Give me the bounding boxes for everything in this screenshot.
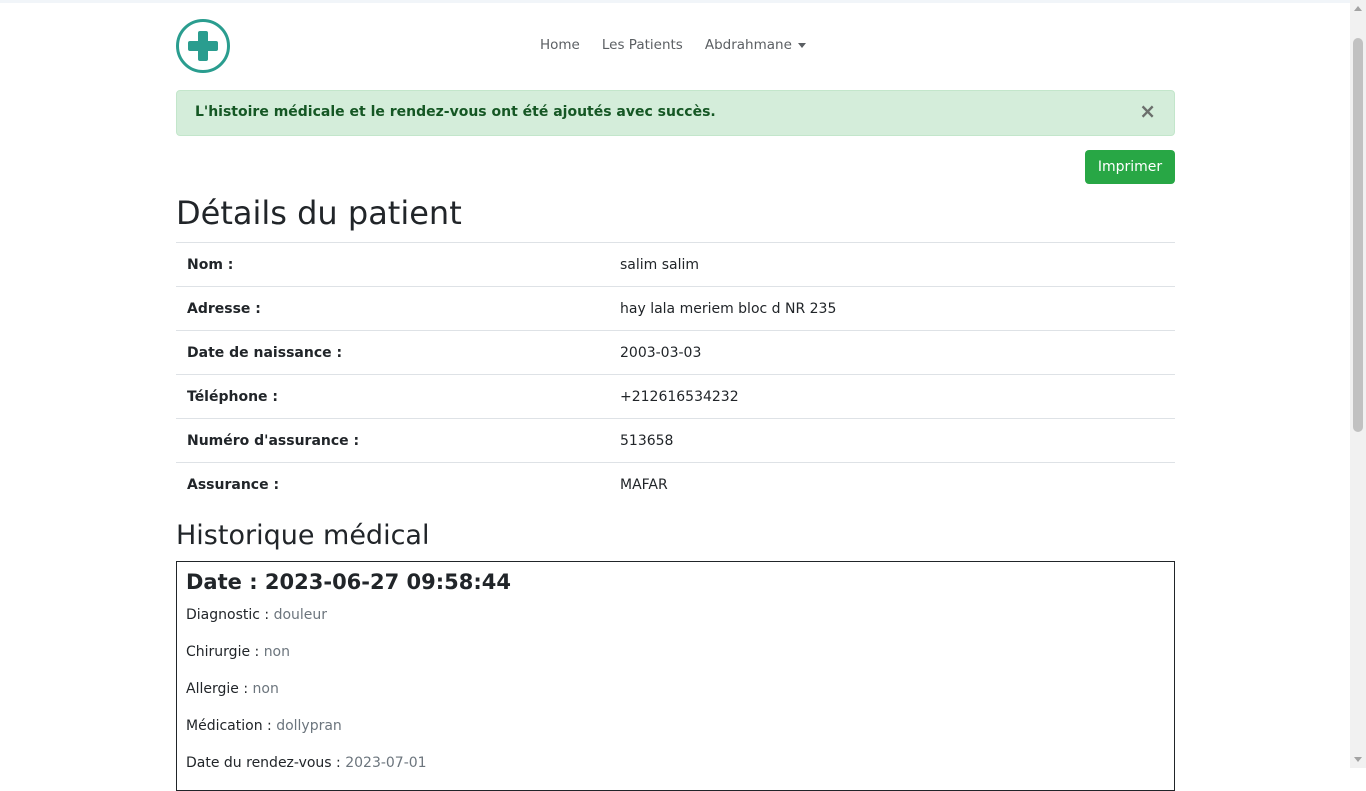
medical-cross-logo-icon[interactable] [176,19,230,73]
caret-down-icon [797,42,806,48]
navbar: Home Les Patients Abdrahmane [176,0,1175,90]
detail-value: MAFAR [620,476,668,493]
alert-message: L'histoire médicale et le rendez-vous on… [195,104,716,120]
scroll-up-icon[interactable] [1354,6,1362,11]
history-label: Allergie : [186,681,249,697]
patient-details-table: Nom : salim salim Adresse : hay lala mer… [176,242,1175,507]
history-value: 2023-07-01 [345,755,427,771]
history-card: Date : 2023-06-27 09:58:44 Diagnostic : … [176,561,1175,791]
detail-value: hay lala meriem bloc d NR 235 [620,300,837,317]
nav-patients-link[interactable]: Les Patients [602,37,683,53]
detail-value: +212616534232 [620,388,739,405]
page-container: Home Les Patients Abdrahmane L'histoire … [176,0,1175,791]
detail-value: 513658 [620,432,674,449]
history-value: dollypran [276,718,342,734]
nav-user-dropdown[interactable]: Abdrahmane [705,37,806,53]
history-value: non [263,644,290,660]
detail-label: Date de naissance : [187,344,343,361]
table-row: Adresse : hay lala meriem bloc d NR 235 [176,286,1175,331]
detail-label: Téléphone : [187,388,279,405]
history-row: Chirurgie : non [186,644,290,660]
close-icon[interactable]: × [1139,101,1156,121]
print-button[interactable]: Imprimer [1085,150,1175,184]
detail-value: 2003-03-03 [620,344,702,361]
scroll-down-icon[interactable] [1354,757,1362,762]
table-row: Date de naissance : 2003-03-03 [176,330,1175,375]
history-value: non [252,681,279,697]
history-row: Date du rendez-vous : 2023-07-01 [186,755,427,771]
history-row: Allergie : non [186,681,279,697]
history-row: Médication : dollypran [186,718,342,734]
table-row: Téléphone : +212616534232 [176,374,1175,419]
detail-label: Assurance : [187,476,280,493]
table-row: Assurance : MAFAR [176,462,1175,507]
table-row: Numéro d'assurance : 513658 [176,418,1175,463]
nav-links: Home Les Patients Abdrahmane [540,37,806,53]
history-title: Historique médical [176,520,430,551]
history-label: Date du rendez-vous : [186,755,341,771]
success-alert: L'histoire médicale et le rendez-vous on… [176,90,1175,136]
detail-value: salim salim [620,256,700,273]
history-label: Médication : [186,718,272,734]
scroll-thumb[interactable] [1353,38,1363,432]
history-date: Date : 2023-06-27 09:58:44 [186,570,512,594]
history-label: Diagnostic : [186,607,270,623]
history-label: Chirurgie : [186,644,260,660]
nav-home-link[interactable]: Home [540,37,580,53]
detail-label: Numéro d'assurance : [187,432,360,449]
nav-user-label: Abdrahmane [704,37,792,53]
history-row: Diagnostic : douleur [186,607,327,623]
detail-label: Nom : [187,256,234,273]
vertical-scrollbar[interactable] [1350,0,1366,768]
page-title: Détails du patient [176,194,462,232]
history-value: douleur [273,607,328,623]
detail-label: Adresse : [187,300,261,317]
table-row: Nom : salim salim [176,242,1175,287]
